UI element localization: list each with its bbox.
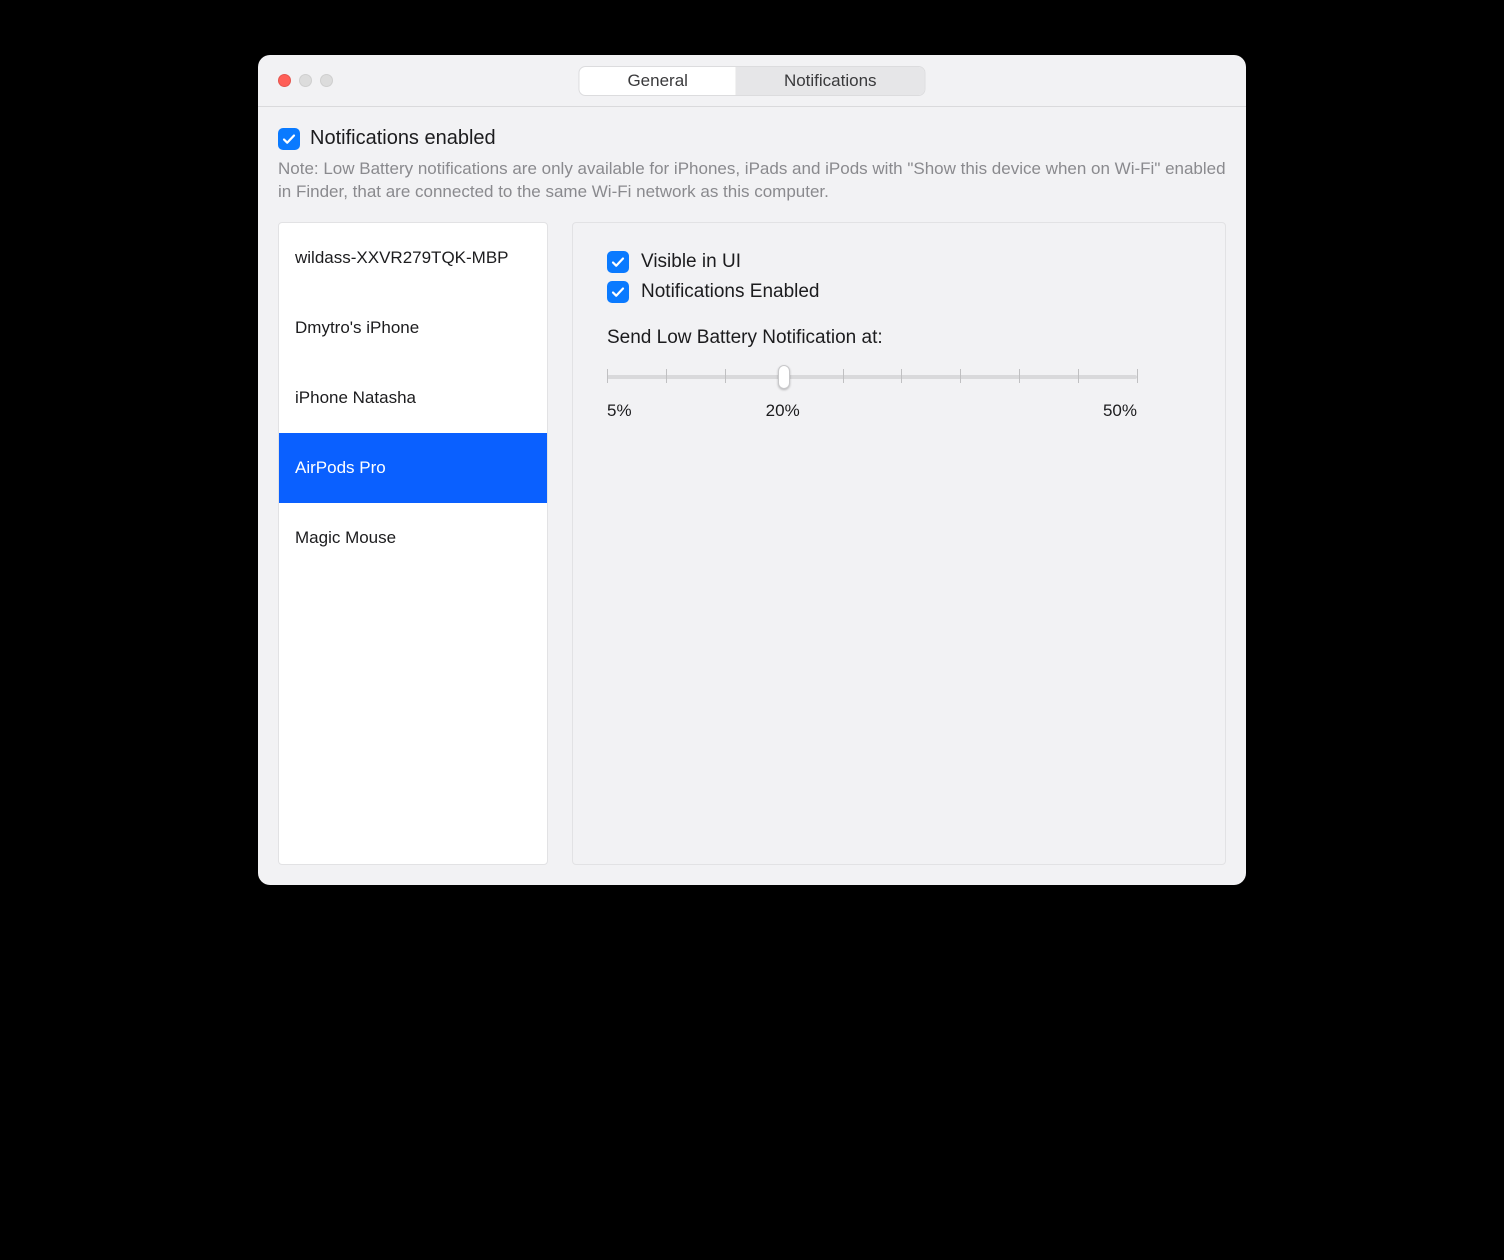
device-name: wildass-XXVR279TQK-MBP [295,248,509,268]
slider-min-label: 5% [607,401,632,421]
tab-notifications[interactable]: Notifications [736,67,925,95]
device-item[interactable]: wildass-XXVR279TQK-MBP [279,223,547,293]
titlebar: General Notifications [258,55,1246,107]
device-list[interactable]: wildass-XXVR279TQK-MBP Dmytro's iPhone iPh… [278,222,548,865]
device-item[interactable]: Dmytro's iPhone [279,293,547,363]
tab-bar: General Notifications [578,66,925,96]
checkmark-icon [611,285,625,299]
content-area: Notifications enabled Note: Low Battery … [258,107,1246,885]
device-name: AirPods Pro [295,458,386,478]
checkmark-icon [282,132,296,146]
tab-general[interactable]: General [579,67,735,95]
visible-in-ui-row: Visible in UI [607,251,1191,273]
traffic-lights [278,74,333,87]
close-button[interactable] [278,74,291,87]
zoom-button[interactable] [320,74,333,87]
device-item[interactable]: AirPods Pro [279,433,547,503]
slider-thumb[interactable] [778,365,790,389]
slider-max-label: 50% [1103,401,1137,421]
slider-labels: 5% 20% 50% [607,401,1137,423]
notifications-enabled-label: Notifications enabled [310,127,496,150]
device-item[interactable]: Magic Mouse [279,503,547,573]
device-notifications-row: Notifications Enabled [607,281,1191,303]
device-name: Dmytro's iPhone [295,318,419,338]
slider-mid-label: 20% [766,401,800,421]
minimize-button[interactable] [299,74,312,87]
slider-title: Send Low Battery Notification at: [607,327,1191,349]
device-notifications-label: Notifications Enabled [641,281,820,303]
device-detail-panel: Visible in UI Notifications Enabled Send… [572,222,1226,865]
low-battery-slider[interactable] [607,363,1137,391]
visible-in-ui-checkbox[interactable] [607,251,629,273]
visible-in-ui-label: Visible in UI [641,251,741,273]
checkmark-icon [611,255,625,269]
device-notifications-checkbox[interactable] [607,281,629,303]
note-text: Note: Low Battery notifications are only… [278,158,1226,204]
notifications-enabled-checkbox[interactable] [278,128,300,150]
split-view: wildass-XXVR279TQK-MBP Dmytro's iPhone iPh… [278,222,1226,865]
device-name: iPhone Natasha [295,388,416,408]
device-item[interactable]: iPhone Natasha [279,363,547,433]
slider-ticks [607,369,1137,385]
master-toggle-row: Notifications enabled [278,127,1226,150]
device-name: Magic Mouse [295,528,396,548]
preferences-window: General Notifications Notifications enab… [258,55,1246,885]
